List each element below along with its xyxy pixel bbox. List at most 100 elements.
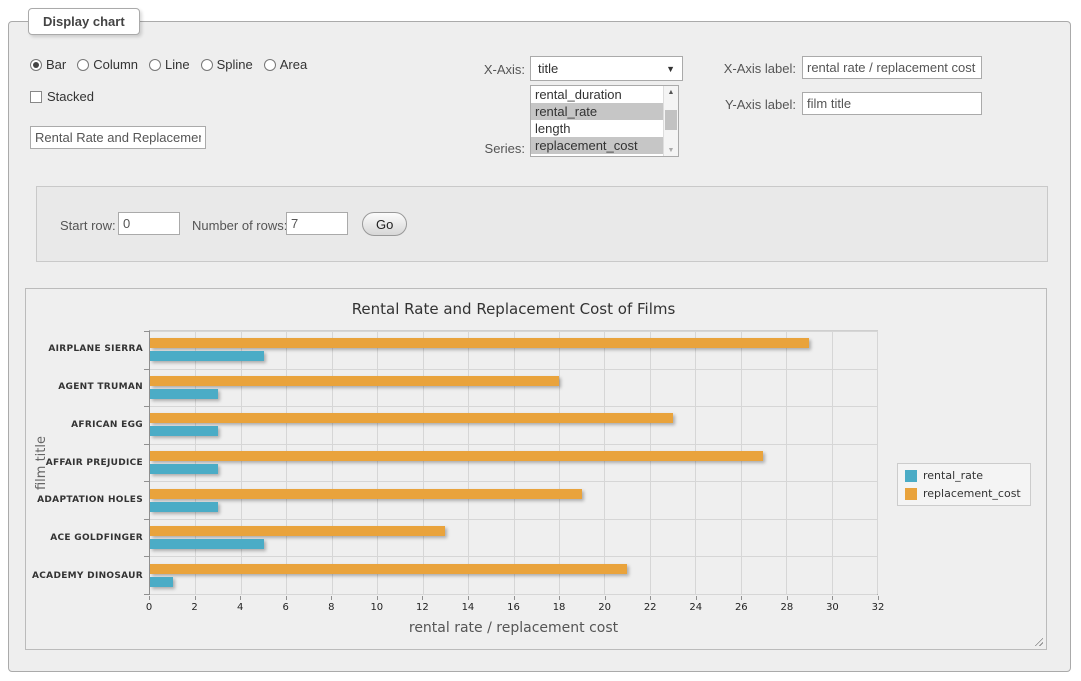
y-tick-mark bbox=[144, 556, 149, 557]
radio-icon[interactable] bbox=[77, 59, 89, 71]
x-tick-mark bbox=[514, 596, 515, 600]
chart-type-options: Bar Column Line Spline Area bbox=[30, 57, 307, 72]
x-tick-mark bbox=[422, 596, 423, 600]
stacked-option[interactable]: Stacked bbox=[30, 89, 94, 104]
x-tick-mark bbox=[787, 596, 788, 600]
y-tick-mark bbox=[144, 406, 149, 407]
series-listbox[interactable]: rental_durationrental_ratelengthreplacem… bbox=[530, 85, 679, 157]
chart-title-input[interactable] bbox=[30, 126, 206, 149]
series-scrollbar[interactable]: ▲ ▼ bbox=[663, 86, 678, 156]
legend-label: replacement_cost bbox=[923, 487, 1021, 500]
chart-type-radio-area[interactable]: Area bbox=[264, 57, 307, 72]
chart-type-radio-line[interactable]: Line bbox=[149, 57, 190, 72]
bar-group bbox=[150, 556, 877, 594]
resize-handle-icon[interactable] bbox=[1032, 635, 1043, 646]
bar-replacement_cost bbox=[150, 526, 445, 536]
x-tick-mark bbox=[331, 596, 332, 600]
bar-replacement_cost bbox=[150, 451, 763, 461]
chart-type-radio-column[interactable]: Column bbox=[77, 57, 138, 72]
legend-label: rental_rate bbox=[923, 469, 983, 482]
stacked-checkbox[interactable] bbox=[30, 91, 42, 103]
x-tick-label: 26 bbox=[735, 602, 748, 613]
series-option-rental_duration[interactable]: rental_duration bbox=[531, 86, 663, 103]
y-tick-mark bbox=[144, 369, 149, 370]
bar-replacement_cost bbox=[150, 489, 582, 499]
legend-item-replacement_cost: replacement_cost bbox=[905, 487, 1021, 500]
x-axis-select[interactable]: title ▼ bbox=[530, 56, 683, 81]
num-rows-input[interactable] bbox=[286, 212, 348, 235]
gridline bbox=[877, 331, 878, 594]
radio-icon[interactable] bbox=[149, 59, 161, 71]
chart-x-axis-title: rental rate / replacement cost bbox=[149, 620, 878, 636]
y-axis-label-input[interactable] bbox=[802, 92, 982, 115]
chart-type-radio-spline[interactable]: Spline bbox=[201, 57, 253, 72]
bar-rental_rate bbox=[150, 464, 218, 474]
start-row-input[interactable] bbox=[118, 212, 180, 235]
x-tick-mark bbox=[741, 596, 742, 600]
num-rows-label: Number of rows: bbox=[192, 218, 287, 233]
x-tick-label: 8 bbox=[328, 602, 334, 613]
bar-rental_rate bbox=[150, 351, 264, 361]
x-tick-mark bbox=[696, 596, 697, 600]
series-option-length[interactable]: length bbox=[531, 120, 663, 137]
y-category-label: ACE GOLDFINGER bbox=[26, 519, 143, 557]
chart-container: Rental Rate and Replacement Cost of Film… bbox=[25, 288, 1047, 650]
chart-legend: rental_rate replacement_cost bbox=[897, 463, 1031, 506]
scrollbar-thumb[interactable] bbox=[665, 110, 677, 130]
bar-rental_rate bbox=[150, 539, 264, 549]
y-axis-label-field-label: Y-Axis label: bbox=[706, 97, 796, 112]
chart-type-label: Bar bbox=[46, 57, 66, 72]
x-tick-mark bbox=[468, 596, 469, 600]
x-axis-label-field-label: X-Axis label: bbox=[706, 61, 796, 76]
x-tick-mark bbox=[650, 596, 651, 600]
x-axis-selected-value: title bbox=[538, 61, 558, 76]
x-tick-mark bbox=[149, 596, 150, 600]
legend-swatch-icon bbox=[905, 488, 917, 500]
y-tick-mark bbox=[144, 519, 149, 520]
bar-rental_rate bbox=[150, 389, 218, 399]
chart-type-radio-bar[interactable]: Bar bbox=[30, 57, 66, 72]
x-tick-mark bbox=[377, 596, 378, 600]
start-row-label: Start row: bbox=[60, 218, 116, 233]
gridline bbox=[150, 594, 877, 595]
x-tick-label: 30 bbox=[826, 602, 839, 613]
x-tick-label: 6 bbox=[283, 602, 289, 613]
bar-rental_rate bbox=[150, 426, 218, 436]
x-axis-label-input[interactable] bbox=[802, 56, 982, 79]
bar-group bbox=[150, 444, 877, 482]
page: Display chart BarColumnLineSplineArea St… bbox=[0, 0, 1081, 681]
x-tick-mark bbox=[605, 596, 606, 600]
series-option-replacement_cost[interactable]: replacement_cost bbox=[531, 137, 663, 154]
x-tick-label: 12 bbox=[416, 602, 429, 613]
rows-fieldset bbox=[36, 186, 1048, 262]
x-tick-label: 14 bbox=[462, 602, 475, 613]
chart-type-label: Line bbox=[165, 57, 190, 72]
scroll-down-icon[interactable]: ▼ bbox=[664, 144, 678, 156]
radio-icon[interactable] bbox=[264, 59, 276, 71]
x-tick-mark bbox=[832, 596, 833, 600]
y-category-label: AFFAIR PREJUDICE bbox=[26, 444, 143, 482]
radio-icon[interactable] bbox=[30, 59, 42, 71]
y-category-label: ACADEMY DINOSAUR bbox=[26, 557, 143, 595]
x-tick-label: 16 bbox=[507, 602, 520, 613]
scroll-up-icon[interactable]: ▲ bbox=[664, 86, 678, 98]
x-tick-label: 24 bbox=[689, 602, 702, 613]
y-tick-mark bbox=[144, 444, 149, 445]
x-tick-mark bbox=[240, 596, 241, 600]
bar-group bbox=[150, 331, 877, 369]
series-option-rental_rate[interactable]: rental_rate bbox=[531, 103, 663, 120]
y-tick-mark bbox=[144, 594, 149, 595]
y-category-label: ADAPTATION HOLES bbox=[26, 481, 143, 519]
x-tick-mark bbox=[878, 596, 879, 600]
x-tick-label: 32 bbox=[872, 602, 885, 613]
bar-replacement_cost bbox=[150, 413, 673, 423]
x-axis-ticks: 02468101214161820222426283032 bbox=[149, 596, 878, 618]
x-tick-label: 10 bbox=[370, 602, 383, 613]
chart-title: Rental Rate and Replacement Cost of Film… bbox=[149, 300, 878, 318]
go-button[interactable]: Go bbox=[362, 212, 407, 236]
chart-type-label: Spline bbox=[217, 57, 253, 72]
radio-icon[interactable] bbox=[201, 59, 213, 71]
x-tick-label: 28 bbox=[781, 602, 794, 613]
plot-area bbox=[149, 330, 878, 595]
x-tick-mark bbox=[195, 596, 196, 600]
